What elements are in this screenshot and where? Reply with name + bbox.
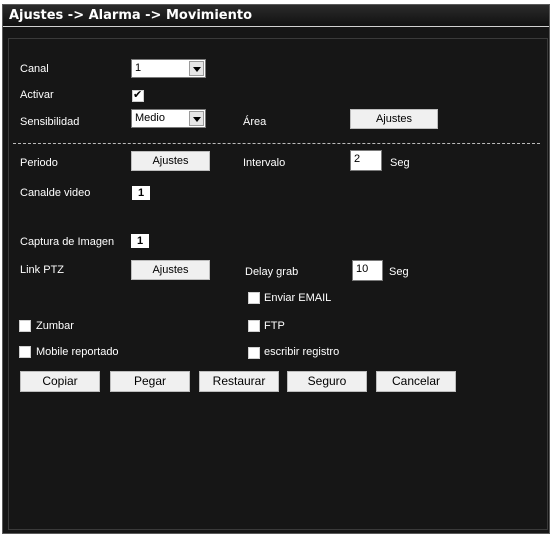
chevron-down-icon[interactable] [189,61,204,76]
captura-label: Captura de Imagen [20,236,115,248]
section-divider [13,143,540,144]
delay-grab-label: Delay grab [245,266,299,278]
mobile-reportado-label: Mobile reportado [36,346,119,358]
link-ptz-ajustes-button[interactable]: Ajustes [131,260,210,280]
seguro-button[interactable]: Seguro [287,371,367,392]
restaurar-button[interactable]: Restaurar [199,371,279,392]
captura-value[interactable]: 1 [131,234,149,248]
area-ajustes-button[interactable]: Ajustes [350,109,438,129]
zumbar-label: Zumbar [36,320,74,332]
activar-checkbox[interactable] [132,88,144,102]
sensibilidad-select[interactable]: Medio [131,109,206,128]
intervalo-input[interactable]: 2 [350,150,382,171]
pegar-button[interactable]: Pegar [110,371,190,392]
ftp-checkbox[interactable] [248,320,260,332]
sensibilidad-label: Sensibilidad [20,116,80,128]
cancelar-button[interactable]: Cancelar [376,371,456,392]
area-label: Área [243,116,267,128]
ftp-label: FTP [264,320,285,332]
escribir-registro-label: escribir registro [264,346,340,358]
intervalo-label: Intervalo [243,157,286,169]
periodo-ajustes-button[interactable]: Ajustes [131,151,210,171]
chevron-down-icon[interactable] [189,111,204,126]
title-bar: Ajustes -> Alarma -> Movimiento [3,5,549,27]
mobile-reportado-checkbox[interactable] [19,346,31,358]
canal-video-value[interactable]: 1 [132,186,150,200]
sensibilidad-select-value: Medio [135,112,165,124]
page-title: Ajustes -> Alarma -> Movimiento [9,8,252,23]
content-panel [8,38,548,530]
canal-video-label: Canalde video [20,187,91,199]
zumbar-checkbox[interactable] [19,320,31,332]
activar-label: Activar [20,89,54,101]
link-ptz-label: Link PTZ [20,264,65,276]
canal-select[interactable]: 1 [131,59,206,78]
canal-label: Canal [20,63,49,75]
periodo-label: Periodo [20,157,58,169]
canal-select-value: 1 [135,62,142,74]
escribir-registro-checkbox[interactable] [248,347,260,359]
intervalo-unit: Seg [390,157,410,169]
enviar-email-label: Enviar EMAIL [264,292,332,304]
delay-grab-input[interactable]: 10 [352,260,383,281]
enviar-email-checkbox[interactable] [248,292,260,304]
copiar-button[interactable]: Copiar [20,371,100,392]
delay-grab-unit: Seg [389,266,409,278]
